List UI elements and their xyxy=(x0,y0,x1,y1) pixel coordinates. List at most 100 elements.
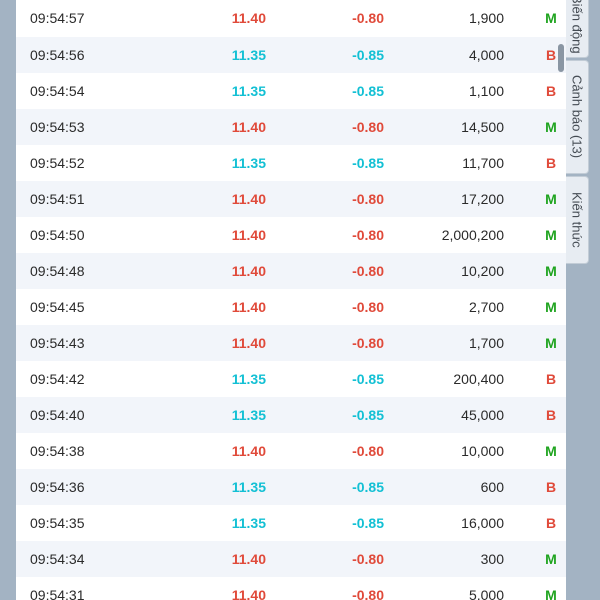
trade-time: 09:54:34 xyxy=(30,551,85,567)
trade-time: 09:54:38 xyxy=(30,443,85,459)
trade-change: -0.85 xyxy=(352,371,384,387)
trade-row[interactable]: 09:54:45 11.40 -0.80 2,700 M xyxy=(16,289,566,325)
trade-list: 09:54:57 11.40 -0.80 1,900 M 09:54:56 11.35 -0.… xyxy=(16,0,566,600)
trade-row[interactable]: 09:54:36 11.35 -0.85 600 B xyxy=(16,469,566,505)
trade-volume: 4,000 xyxy=(468,47,504,63)
trade-row[interactable]: 09:54:56 11.35 -0.85 4,000 B xyxy=(16,37,566,73)
trade-side: B xyxy=(545,407,557,423)
trade-price: 11.40 xyxy=(231,10,266,26)
trade-price: 11.35 xyxy=(231,407,266,423)
trade-price: 11.40 xyxy=(231,587,266,600)
trade-side: B xyxy=(545,479,557,495)
trade-side: M xyxy=(545,227,557,243)
trade-row[interactable]: 09:54:48 11.40 -0.80 10,200 M xyxy=(16,253,566,289)
trade-volume: 45,000 xyxy=(461,407,504,423)
trade-side: B xyxy=(545,47,557,63)
trade-price: 11.40 xyxy=(231,263,266,279)
trade-time: 09:54:57 xyxy=(30,10,85,26)
trade-volume: 600 xyxy=(480,479,504,495)
trade-time: 09:54:35 xyxy=(30,515,85,531)
trade-time: 09:54:36 xyxy=(30,479,85,495)
trade-side: M xyxy=(545,443,557,459)
trade-time: 09:54:40 xyxy=(30,407,85,423)
trade-price: 11.35 xyxy=(231,47,266,63)
trade-change: -0.85 xyxy=(352,407,384,423)
trade-volume: 17,200 xyxy=(461,191,504,207)
trade-change: -0.85 xyxy=(352,83,384,99)
trade-history-panel: 09:54:57 11.40 -0.80 1,900 M 09:54:56 11.35 -0.… xyxy=(16,0,566,600)
trade-volume: 1,900 xyxy=(468,10,504,26)
trade-price: 11.40 xyxy=(231,119,266,135)
tab-label: Biến động xyxy=(569,0,585,54)
trade-row[interactable]: 09:54:42 11.35 -0.85 200,400 B xyxy=(16,361,566,397)
trade-change: -0.80 xyxy=(352,335,384,351)
trade-row[interactable]: 09:54:31 11.40 -0.80 5,000 M xyxy=(16,577,566,600)
tab-label: Kiến thức xyxy=(569,192,585,248)
tab-bien-dong[interactable]: Biến động xyxy=(566,0,589,58)
trade-change: -0.85 xyxy=(352,515,384,531)
trade-row[interactable]: 09:54:53 11.40 -0.80 14,500 M xyxy=(16,109,566,145)
trade-row[interactable]: 09:54:51 11.40 -0.80 17,200 M xyxy=(16,181,566,217)
trade-side: M xyxy=(545,587,557,600)
trade-row[interactable]: 09:54:38 11.40 -0.80 10,000 M xyxy=(16,433,566,469)
trade-price: 11.40 xyxy=(231,227,266,243)
trade-price: 11.40 xyxy=(231,443,266,459)
trade-change: -0.80 xyxy=(352,227,384,243)
trade-price: 11.35 xyxy=(231,155,266,171)
trade-side: B xyxy=(545,371,557,387)
trade-change: -0.80 xyxy=(352,263,384,279)
trade-time: 09:54:45 xyxy=(30,299,85,315)
trade-change: -0.80 xyxy=(352,191,384,207)
trade-time: 09:54:52 xyxy=(30,155,85,171)
trade-change: -0.80 xyxy=(352,551,384,567)
trade-side: M xyxy=(545,263,557,279)
trade-volume: 2,700 xyxy=(468,299,504,315)
trade-time: 09:54:48 xyxy=(30,263,85,279)
trade-volume: 1,100 xyxy=(468,83,504,99)
trade-volume: 11,700 xyxy=(462,155,504,171)
trade-change: -0.80 xyxy=(352,299,384,315)
trade-row[interactable]: 09:54:50 11.40 -0.80 2,000,200 M xyxy=(16,217,566,253)
trade-volume: 16,000 xyxy=(461,515,504,531)
trade-price: 11.35 xyxy=(231,515,266,531)
trade-change: -0.80 xyxy=(352,443,384,459)
trade-row[interactable]: 09:54:57 11.40 -0.80 1,900 M xyxy=(16,0,566,37)
trade-change: -0.80 xyxy=(352,587,384,600)
trade-row[interactable]: 09:54:34 11.40 -0.80 300 M xyxy=(16,541,566,577)
trade-price: 11.40 xyxy=(231,299,266,315)
trade-side: B xyxy=(545,83,557,99)
trade-side: B xyxy=(545,155,557,171)
trade-time: 09:54:42 xyxy=(30,371,85,387)
trade-side: M xyxy=(545,335,557,351)
trade-row[interactable]: 09:54:43 11.40 -0.80 1,700 M xyxy=(16,325,566,361)
trade-row[interactable]: 09:54:54 11.35 -0.85 1,100 B xyxy=(16,73,566,109)
trade-volume: 10,000 xyxy=(461,443,504,459)
trade-time: 09:54:31 xyxy=(30,587,85,600)
trade-side: M xyxy=(545,299,557,315)
trade-time: 09:54:53 xyxy=(30,119,85,135)
tab-canh-bao[interactable]: Cảnh báo (13) xyxy=(566,60,589,174)
trade-volume: 10,200 xyxy=(461,263,504,279)
trade-volume: 2,000,200 xyxy=(441,227,504,243)
trade-time: 09:54:43 xyxy=(30,335,85,351)
tab-label: Cảnh báo (13) xyxy=(569,75,585,159)
trade-price: 11.35 xyxy=(231,479,266,495)
left-frame xyxy=(0,0,16,600)
trade-side: B xyxy=(545,515,557,531)
trade-time: 09:54:51 xyxy=(30,191,85,207)
trade-change: -0.80 xyxy=(352,10,384,26)
trade-volume: 14,500 xyxy=(461,119,504,135)
trade-price: 11.40 xyxy=(231,191,266,207)
trade-price: 11.40 xyxy=(231,551,266,567)
trade-volume: 5,000 xyxy=(468,587,504,600)
scrollbar-thumb[interactable] xyxy=(558,44,564,72)
trade-row[interactable]: 09:54:52 11.35 -0.85 11,700 B xyxy=(16,145,566,181)
tab-kien-thuc[interactable]: Kiến thức xyxy=(566,176,589,264)
trade-change: -0.85 xyxy=(352,479,384,495)
trade-row[interactable]: 09:54:35 11.35 -0.85 16,000 B xyxy=(16,505,566,541)
trade-price: 11.35 xyxy=(231,83,266,99)
trade-side: M xyxy=(545,551,557,567)
trade-row[interactable]: 09:54:40 11.35 -0.85 45,000 B xyxy=(16,397,566,433)
trade-volume: 1,700 xyxy=(468,335,504,351)
trade-side: M xyxy=(545,191,557,207)
